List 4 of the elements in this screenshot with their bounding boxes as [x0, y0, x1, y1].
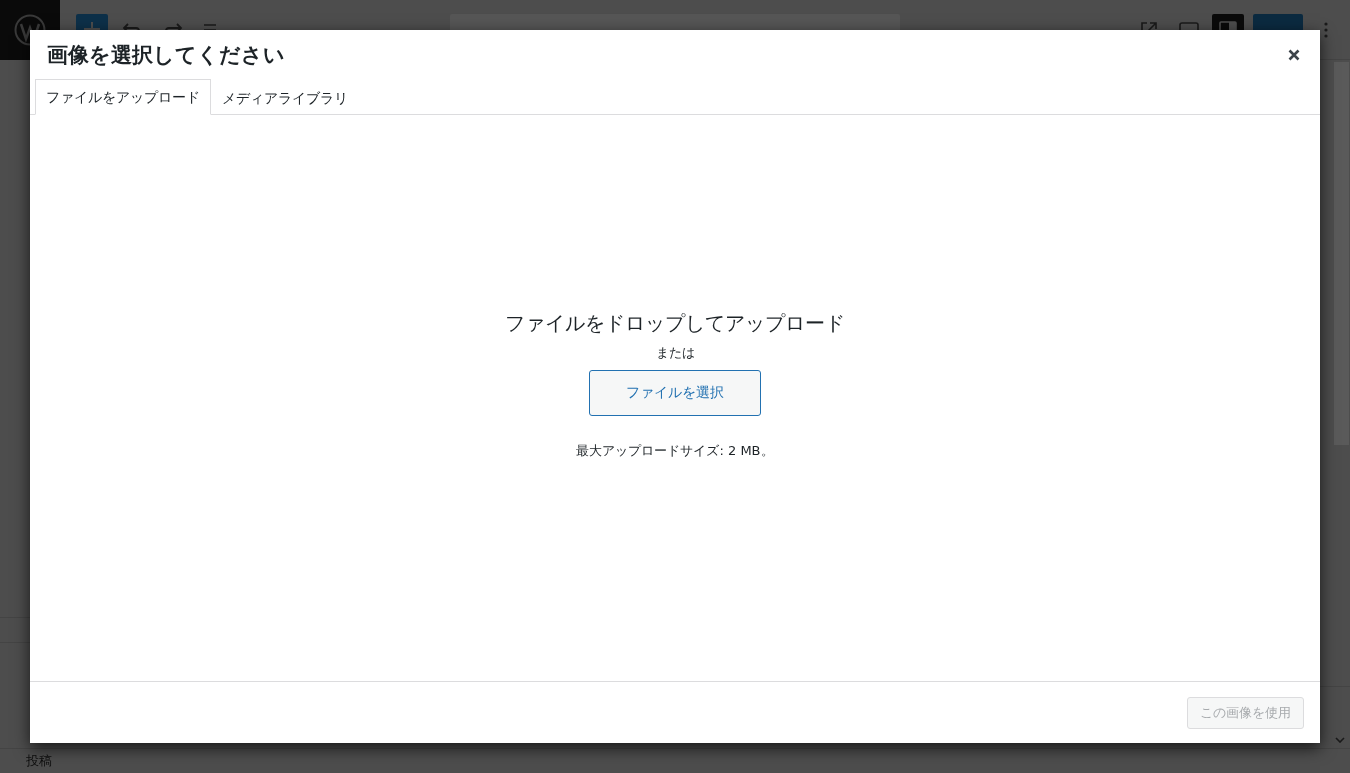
drop-heading: ファイルをドロップしてアップロード: [505, 309, 845, 337]
modal-title: 画像を選択してください: [47, 41, 285, 69]
separator-text: または: [655, 344, 695, 361]
max-upload-size-text: 最大アップロードサイズ: 2 MB。: [576, 442, 774, 459]
